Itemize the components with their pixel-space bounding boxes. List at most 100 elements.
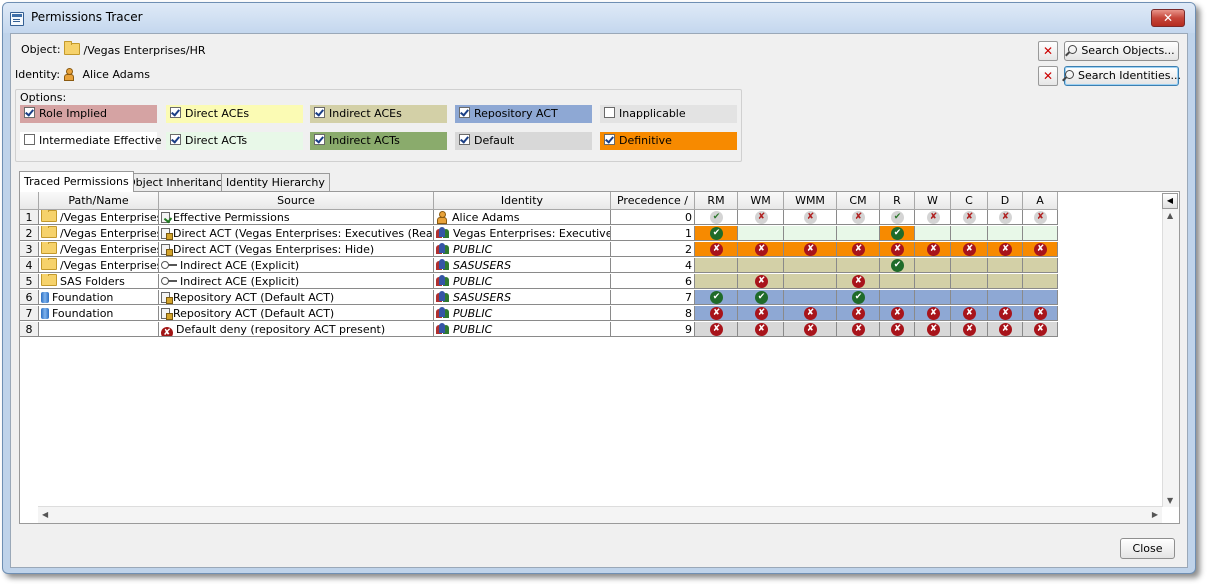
path-cell: SAS Folders [39,274,159,289]
object-label: Object: [21,43,61,56]
search-icon [1068,45,1078,54]
option-repository-act[interactable]: Repository ACT [455,105,592,123]
tab-traced-permissions[interactable]: Traced Permissions [19,171,134,192]
column-header-wm[interactable]: WM [738,192,784,210]
search-identities-button[interactable]: Search Identities... [1064,66,1181,86]
permission-cell-cm: ✘ [837,242,880,257]
tab-object-inheritance[interactable]: Object Inheritance [122,173,234,192]
search-objects-button[interactable]: Search Objects... [1064,41,1179,61]
option-indirect-aces[interactable]: Indirect ACEs [310,105,447,123]
row-number: 1 [20,210,39,225]
checkbox[interactable] [170,134,181,145]
column-header-precedence[interactable]: Precedence / [611,192,695,210]
column-header-rm[interactable]: RM [695,192,738,210]
column-header-wmm[interactable]: WMM [784,192,837,210]
clear-identity-button[interactable]: ✕ [1038,66,1058,86]
option-indirect-acts[interactable]: Indirect ACTs [310,132,447,150]
column-header-w[interactable]: W [915,192,951,210]
identity-cell: SASUSERS [434,258,611,273]
deny-icon: ✘ [891,243,904,256]
permission-cell-wmm [784,258,837,273]
row-number: 6 [20,290,39,305]
vertical-scrollbar[interactable]: ▲ ▼ [1162,209,1179,507]
search-icon [1065,70,1074,79]
tab-identity-hierarchy[interactable]: Identity Hierarchy [221,173,330,192]
deny-icon: ✘ [755,307,768,320]
source-text: Repository ACT (Default ACT) [173,291,335,304]
folder-icon [41,226,57,238]
close-button[interactable]: Close [1120,538,1175,559]
checkbox[interactable] [459,107,470,118]
effective-doc-icon [161,212,170,223]
permission-cell-d: ✘ [988,210,1023,225]
option-definitive[interactable]: Definitive [600,132,737,150]
source-cell: Indirect ACE (Explicit) [159,258,434,273]
checkbox[interactable] [24,107,35,118]
column-header-identity[interactable]: Identity [434,192,611,210]
window-close-button[interactable]: ✕ [1151,9,1185,27]
option-role-implied[interactable]: Role Implied [20,105,157,123]
clear-object-button[interactable]: ✕ [1038,41,1058,61]
act-doc-icon [161,292,173,304]
title-bar[interactable]: Permissions Tracer ✕ [3,3,1195,33]
scroll-right-icon[interactable]: ▶ [1152,510,1158,519]
horizontal-scrollbar[interactable]: ◀ ▶ [38,506,1162,523]
identity-cell: PUBLIC [434,306,611,321]
column-header-cm[interactable]: CM [837,192,880,210]
column-control-icon[interactable]: ◀ [1162,193,1178,209]
deny-icon: ✘ [1034,243,1047,256]
option-label: Default [474,134,515,147]
column-header-r[interactable]: R [880,192,915,210]
column-header-d[interactable]: D [988,192,1023,210]
grant-icon: ✔ [755,291,768,304]
identity-cell: PUBLIC [434,274,611,289]
path-cell: Foundation [39,290,159,305]
column-header-row-number[interactable] [20,192,39,210]
permission-cell-c: ✘ [951,306,988,321]
permission-cell-w [915,226,951,241]
checkbox[interactable] [24,134,35,145]
scroll-down-icon[interactable]: ▼ [1167,496,1173,505]
checkbox[interactable] [459,134,470,145]
path-cell [39,322,159,337]
column-header-source[interactable]: Source [159,192,434,210]
row-number: 8 [20,322,39,337]
permission-cell-d [988,226,1023,241]
path-text: Foundation [52,291,114,304]
option-inapplicable[interactable]: Inapplicable [600,105,737,123]
option-label: Indirect ACTs [329,134,400,147]
row-number: 4 [20,258,39,273]
column-header-a[interactable]: A [1023,192,1058,210]
option-intermediate-effective[interactable]: Intermediate Effective [20,132,161,150]
column-header-c[interactable]: C [951,192,988,210]
identity-text: PUBLIC [453,323,493,336]
grant-icon: ✔ [710,291,723,304]
identity-text: Vegas Enterprises: Executives [453,227,611,240]
permission-cell-rm: ✔ [695,210,738,225]
scroll-left-icon[interactable]: ◀ [42,510,48,519]
option-label: Role Implied [39,107,108,120]
permission-cell-cm: ✔ [837,290,880,305]
option-direct-acts[interactable]: Direct ACTs [166,132,303,150]
checkbox[interactable] [314,134,325,145]
path-text: /Vegas Enterprises [60,259,159,272]
group-icon [436,243,450,255]
permission-cell-wmm [784,226,837,241]
checkbox[interactable] [314,107,325,118]
column-header-path-name[interactable]: Path/Name [39,192,159,210]
checkbox[interactable] [604,107,615,118]
option-default[interactable]: Default [455,132,592,150]
option-label: Definitive [619,134,672,147]
deny-icon: ✘ [1034,211,1047,224]
scroll-up-icon[interactable]: ▲ [1167,211,1173,220]
permission-cell-cm: ✘ [837,210,880,225]
checkbox[interactable] [170,107,181,118]
permission-cell-c: ✘ [951,242,988,257]
folder-icon [41,210,57,222]
option-direct-aces[interactable]: Direct ACEs [166,105,303,123]
permission-cell-d: ✘ [988,322,1023,337]
deny-icon: ✘ [999,211,1012,224]
deny-icon: ✘ [852,323,865,336]
permission-cell-r: ✔ [880,258,915,273]
checkbox[interactable] [604,134,615,145]
